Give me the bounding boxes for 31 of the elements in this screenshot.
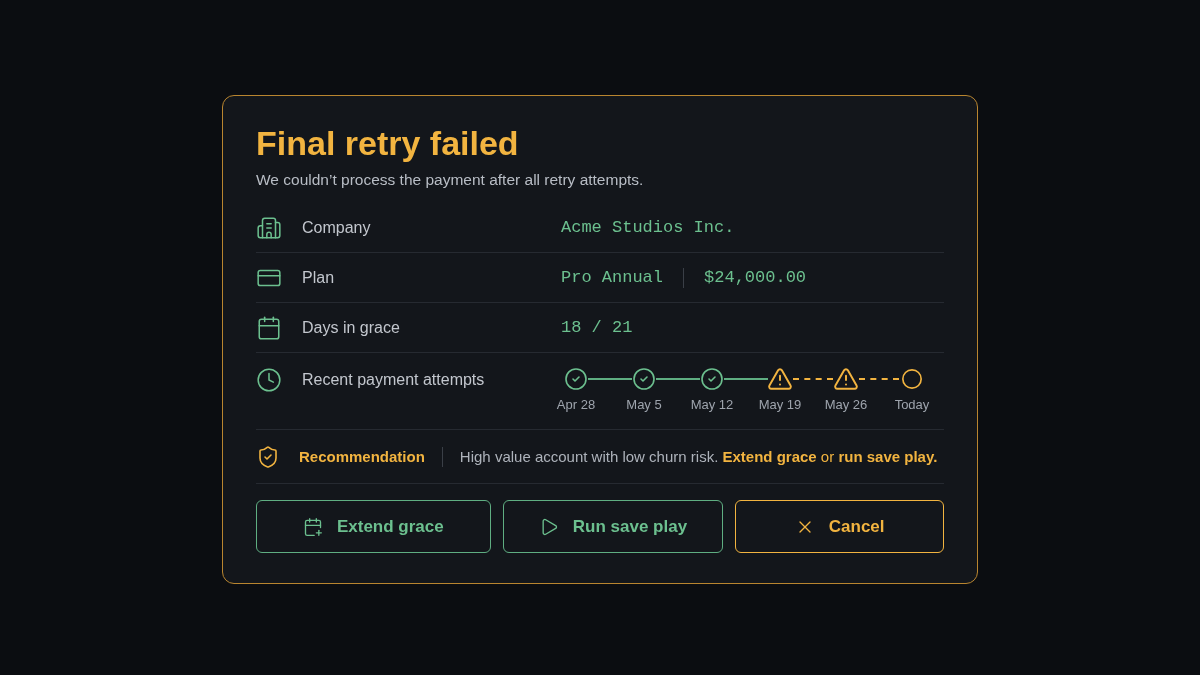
action-button[interactable]: Run save play <box>502 500 724 554</box>
field-value: Pro Annual <box>561 267 664 289</box>
attempt-date: Apr 28 <box>556 396 596 415</box>
recommendation-label: Recommendation <box>299 446 425 467</box>
connector-line <box>724 378 768 381</box>
field-value: Acme Studios Inc. <box>561 217 735 239</box>
action-button[interactable]: Extend grace <box>256 500 491 554</box>
dialog-subtitle: We couldn’t process the payment after all retry attempts. <box>256 170 644 190</box>
field-value: 18 / 21 <box>561 317 633 339</box>
attempt-date: May 12 <box>690 396 734 415</box>
connector-line <box>793 378 833 381</box>
field-label: Plan <box>302 267 336 288</box>
connector-line <box>588 378 632 381</box>
field-label: Recent payment attempts <box>302 370 486 391</box>
field-label: Company <box>302 217 372 238</box>
clock-icon <box>256 367 282 394</box>
action-button[interactable]: Cancel <box>735 500 944 554</box>
connector-line <box>656 378 700 381</box>
recommendation-text: High value account with low churn risk. Extend grace or run save play. <box>459 446 938 467</box>
attempt-date: Today <box>894 396 930 415</box>
calendar-icon <box>256 314 282 341</box>
shield-check-icon <box>256 444 280 469</box>
attempt-date: May 19 <box>758 396 802 415</box>
calendar-plus-icon <box>302 516 323 537</box>
attempt-date: May 26 <box>824 396 868 415</box>
dialog-title: Final retry failed <box>256 123 519 164</box>
building-icon <box>256 214 282 241</box>
connector-line <box>859 378 899 381</box>
field-label: Days in grace <box>302 317 401 338</box>
attempt-date: May 5 <box>626 396 662 415</box>
field-value: $24,000.00 <box>704 267 807 289</box>
